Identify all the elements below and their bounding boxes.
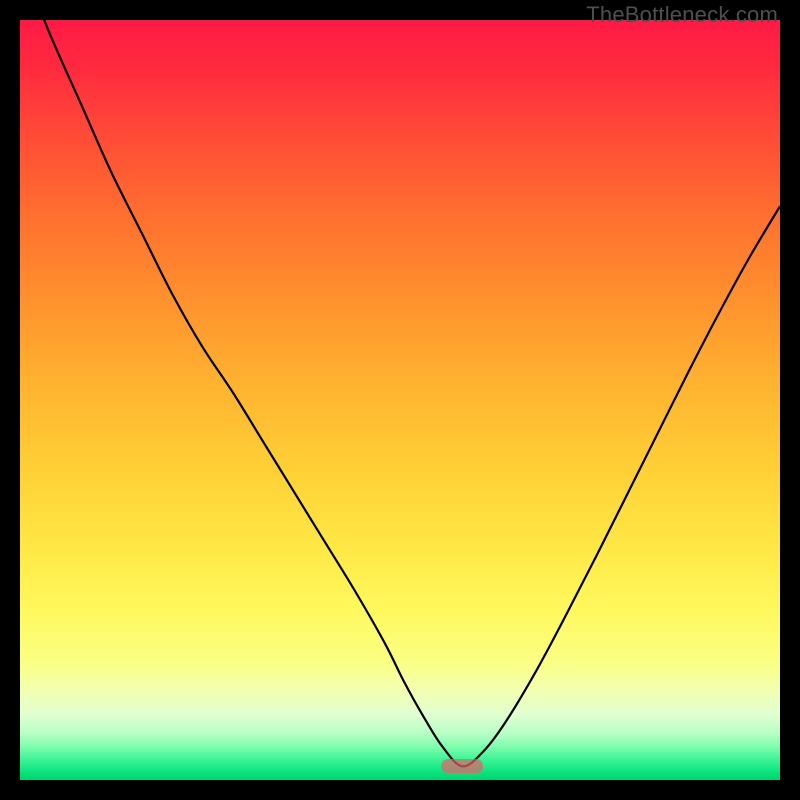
curve-layer xyxy=(20,20,780,780)
plot-area xyxy=(20,20,780,780)
chart-frame: TheBottleneck.com xyxy=(0,0,800,800)
optimal-marker xyxy=(441,759,483,773)
watermark-label: TheBottleneck.com xyxy=(586,2,778,28)
bottleneck-curve xyxy=(20,20,780,766)
